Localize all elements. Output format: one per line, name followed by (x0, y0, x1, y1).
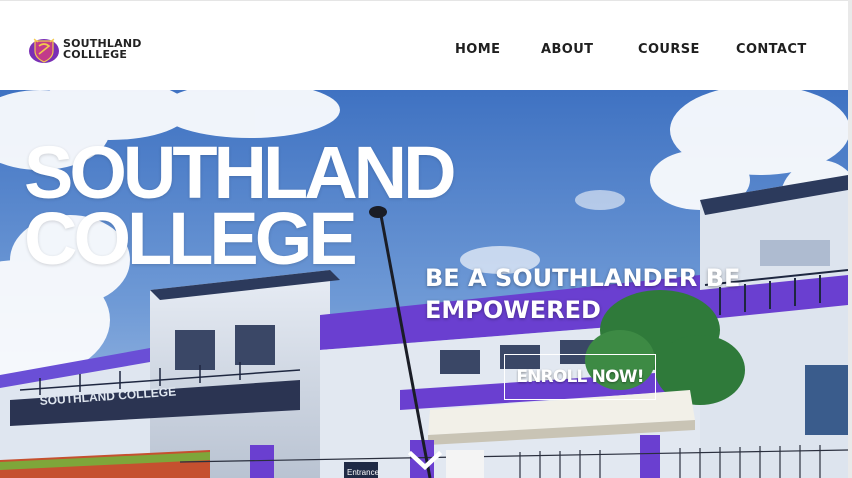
chevron-down-icon[interactable] (407, 448, 443, 472)
main-nav: HOME ABOUT COURSE CONTACT (0, 42, 848, 60)
entrance-sign: Entrance (347, 468, 380, 477)
enroll-now-button[interactable]: ENROLL NOW! (504, 354, 656, 400)
hero-title-line-2: COLLEGE (24, 197, 358, 280)
scrollbar-track[interactable] (848, 0, 852, 478)
nav-about[interactable]: ABOUT (541, 42, 593, 57)
nav-contact[interactable]: CONTACT (736, 42, 807, 57)
hero-tagline: BE A SOUTHLANDER BE EMPOWERED (425, 264, 741, 324)
hero-section: SOUTHLAND COLLEGE Entrance SOUTHLAND COL… (0, 90, 848, 478)
nav-home[interactable]: HOME (455, 42, 500, 57)
nav-course[interactable]: COURSE (638, 42, 700, 57)
hero-title: SOUTHLAND COLLEGE (24, 136, 457, 280)
site-header: SOUTHLAND COLLLEGE HOME ABOUT COURSE CON… (0, 0, 848, 90)
